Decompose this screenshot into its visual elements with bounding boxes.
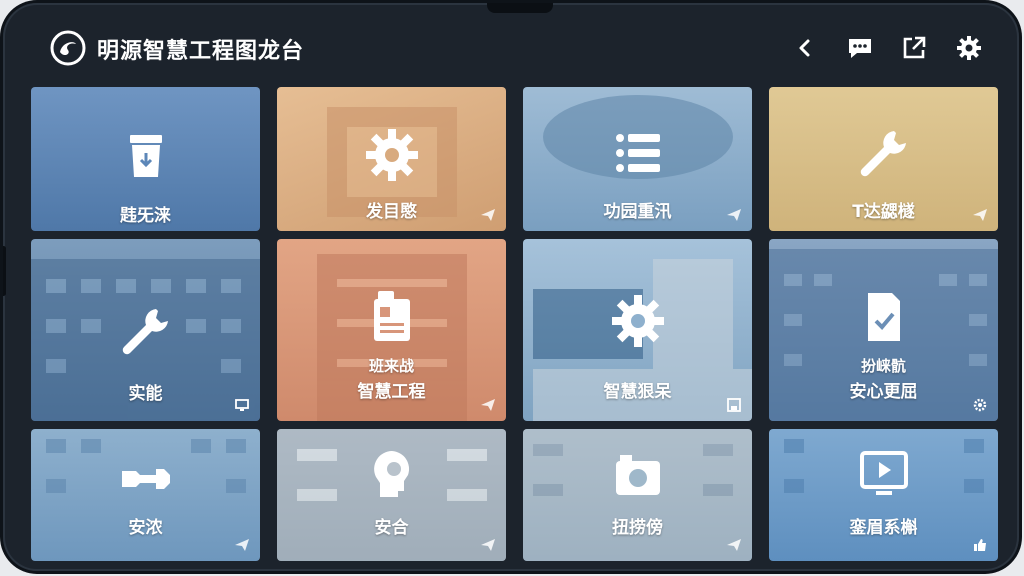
plane-icon bbox=[973, 209, 987, 221]
tile-2[interactable]: 发目愍 bbox=[277, 87, 506, 231]
plane-icon bbox=[481, 539, 495, 551]
camera-icon bbox=[615, 455, 660, 495]
tile-label: 安心更屈 bbox=[849, 382, 918, 402]
head-gear-icon bbox=[373, 451, 409, 497]
share-icon[interactable] bbox=[900, 34, 928, 62]
tile-label: 实能 bbox=[128, 384, 163, 404]
app-title: 明源智慧工程图龙台 bbox=[97, 39, 305, 64]
tile-label: T达勰檖 bbox=[852, 202, 915, 222]
wrench-icon bbox=[860, 131, 906, 177]
plane-icon bbox=[727, 209, 741, 221]
gear-icon bbox=[973, 398, 987, 412]
id-badge-icon bbox=[373, 291, 410, 341]
tile-label: 智慧狠呆 bbox=[603, 382, 672, 402]
wrench-icon bbox=[122, 309, 168, 355]
tile-7[interactable]: 智慧狠呆 bbox=[523, 239, 752, 421]
clipboard-icon bbox=[129, 135, 162, 177]
top-bar: 明源智慧工程图龙台 bbox=[3, 3, 1019, 87]
tile-3[interactable]: 功园重汛 bbox=[523, 87, 752, 231]
tile-8[interactable]: 扮崃骯 安心更屈 bbox=[769, 239, 998, 421]
plane-icon bbox=[727, 539, 741, 551]
tile-label: 扭捞傍 bbox=[612, 518, 663, 538]
tile-12[interactable]: 銮眉系槲 bbox=[769, 429, 998, 561]
monitor-icon bbox=[235, 399, 249, 411]
wrench-icon bbox=[121, 469, 170, 489]
tile-sublabel: 班来战 bbox=[368, 357, 414, 375]
tile-11[interactable]: 扭捞傍 bbox=[523, 429, 752, 561]
thumb-icon bbox=[974, 539, 986, 551]
gear-icon bbox=[365, 129, 418, 181]
tile-label: 功园重汛 bbox=[603, 202, 672, 222]
tile-label: 安合 bbox=[374, 518, 409, 538]
tablet-frame: 明源智慧工程图龙台 韪旡涞 发目愍 功园重汛 T达勰檖 实能 班来战 智慧工程 … bbox=[3, 3, 1019, 571]
tile-6[interactable]: 班来战 智慧工程 bbox=[277, 239, 506, 421]
list-icon bbox=[615, 134, 660, 172]
save-icon bbox=[727, 398, 741, 412]
settings-icon[interactable] bbox=[955, 34, 983, 62]
tile-5[interactable]: 实能 bbox=[31, 239, 260, 421]
tile-label: 智慧工程 bbox=[357, 382, 426, 402]
side-button bbox=[3, 246, 6, 296]
message-icon[interactable] bbox=[846, 34, 874, 62]
plane-icon bbox=[481, 209, 495, 221]
back-icon[interactable] bbox=[791, 34, 819, 62]
tile-4[interactable]: T达勰檖 bbox=[769, 87, 998, 231]
tile-label: 銮眉系槲 bbox=[849, 518, 918, 538]
tile-1[interactable]: 韪旡涞 bbox=[31, 87, 260, 231]
document-check-icon bbox=[867, 293, 900, 341]
tile-label: 安浓 bbox=[128, 518, 163, 538]
tile-label: 韪旡涞 bbox=[120, 206, 171, 226]
tile-sublabel: 扮崃骯 bbox=[860, 357, 906, 375]
gear-icon bbox=[611, 295, 664, 347]
play-monitor-icon bbox=[859, 451, 908, 495]
tile-label: 发目愍 bbox=[366, 202, 417, 222]
plane-icon bbox=[235, 539, 249, 551]
logo-icon bbox=[50, 30, 86, 66]
tile-10[interactable]: 安合 bbox=[277, 429, 506, 561]
tile-9[interactable]: 安浓 bbox=[31, 429, 260, 561]
plane-icon bbox=[481, 399, 495, 411]
